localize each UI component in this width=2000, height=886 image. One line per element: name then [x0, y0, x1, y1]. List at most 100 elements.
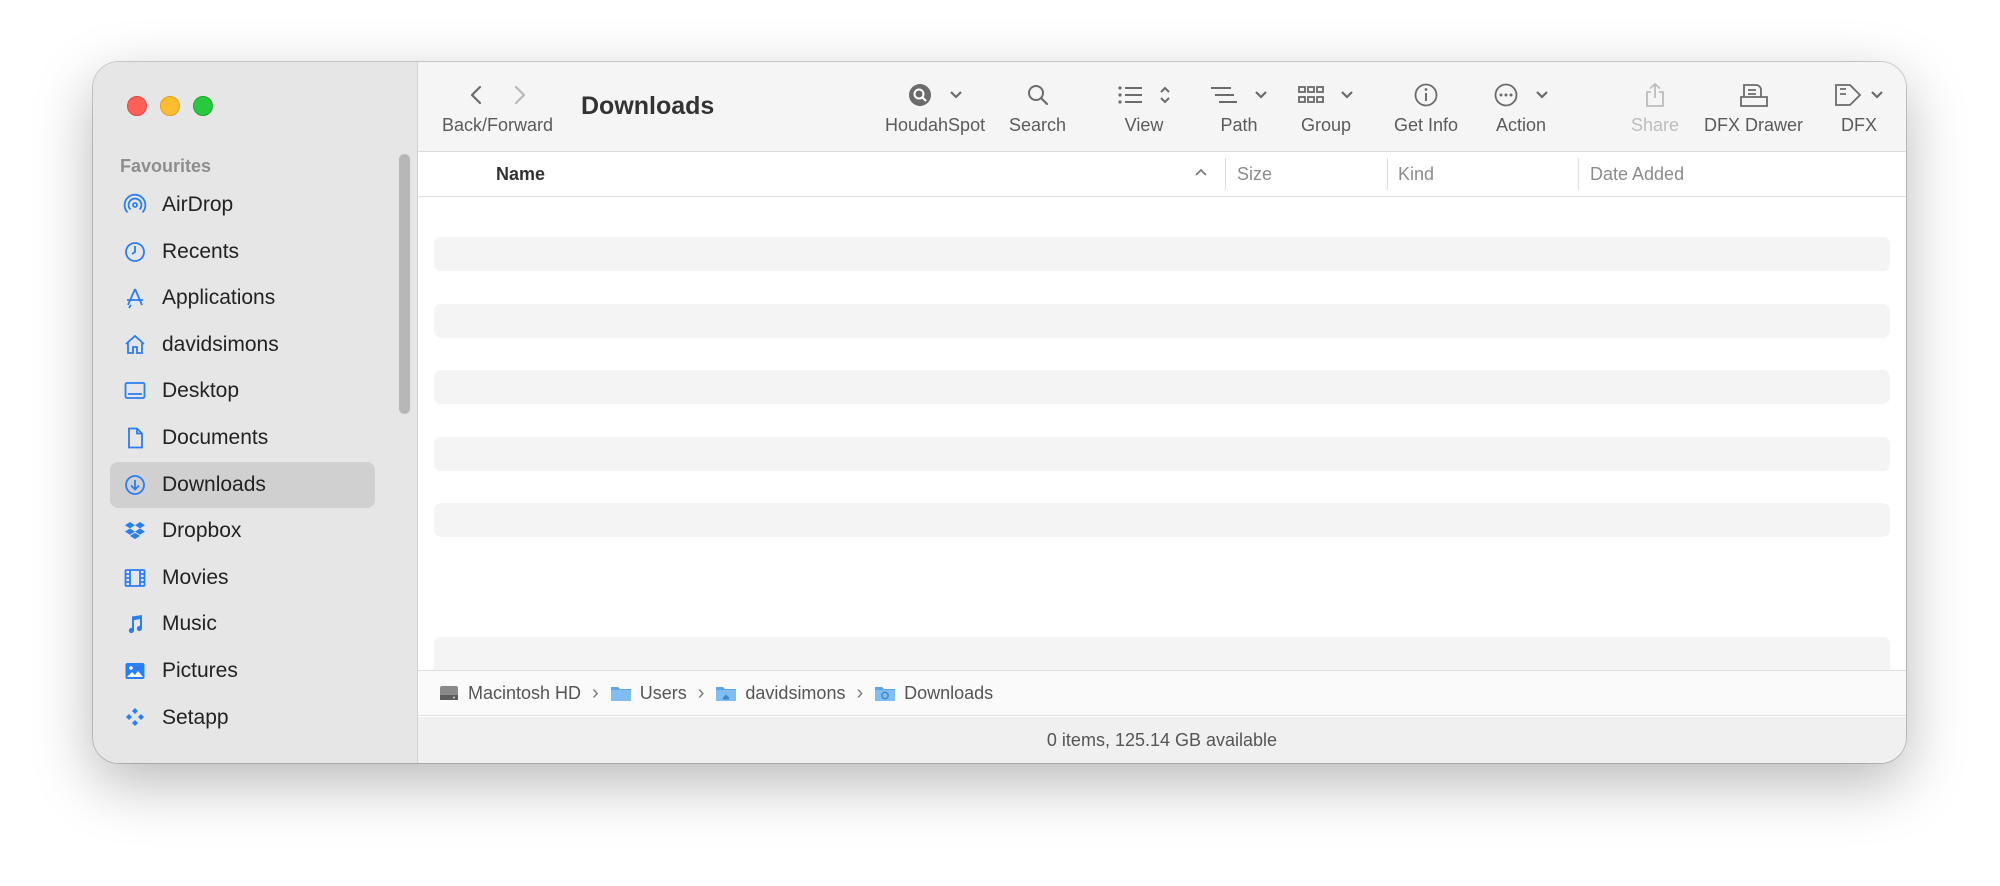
- sidebar-item-pictures[interactable]: Pictures: [110, 648, 375, 694]
- dropbox-icon: [122, 518, 148, 544]
- share-label: Share: [1631, 115, 1680, 135]
- share-button[interactable]: Share: [1631, 78, 1679, 136]
- sidebar-item-documents[interactable]: Documents: [110, 415, 375, 461]
- window-title: Downloads: [581, 92, 715, 120]
- sidebar-item-downloads[interactable]: Downloads: [110, 461, 375, 508]
- search-button[interactable]: Search: [1009, 78, 1066, 136]
- path-separator-icon: ›: [856, 681, 864, 704]
- chevron-down-icon: [1255, 91, 1267, 99]
- column-name[interactable]: Name: [496, 152, 545, 196]
- sidebar-item-label: Documents: [162, 425, 269, 449]
- sidebar-scrollbar[interactable]: [399, 154, 410, 414]
- path-separator-icon: ›: [697, 681, 705, 704]
- up-down-chevron-icon: [1160, 86, 1170, 104]
- path-icon: [1211, 87, 1237, 103]
- window-controls: [127, 96, 213, 116]
- sidebar-item-label: Dropbox: [162, 519, 242, 543]
- drawer-icon: [1739, 84, 1768, 107]
- close-button[interactable]: [127, 96, 147, 116]
- minimize-button[interactable]: [160, 96, 180, 116]
- search-icon: [1027, 85, 1048, 106]
- column-kind[interactable]: Kind: [1398, 152, 1434, 196]
- sidebar-item-home[interactable]: davidsimons: [110, 322, 375, 368]
- houdahspot-icon: [909, 84, 932, 106]
- back-forward-control[interactable]: Back/Forward: [442, 78, 553, 136]
- path-item-users[interactable]: Users: [610, 683, 687, 704]
- group-icon: [1298, 86, 1324, 103]
- sidebar: Favourites AirDrop Recents Applications: [93, 62, 418, 763]
- search-label: Search: [1009, 115, 1067, 135]
- dfx-label: DFX: [1841, 115, 1877, 135]
- path-item-downloads[interactable]: Downloads: [874, 683, 993, 704]
- dfx-drawer-label: DFX Drawer: [1704, 115, 1804, 135]
- chevron-right-icon[interactable]: [513, 84, 527, 106]
- get-info-label: Get Info: [1394, 115, 1459, 135]
- more-icon: [1494, 83, 1518, 107]
- get-info-button[interactable]: Get Info: [1394, 78, 1458, 136]
- sidebar-item-recents[interactable]: Recents: [110, 229, 375, 275]
- downloads-folder-icon: [875, 687, 896, 701]
- column-date-added[interactable]: Date Added: [1590, 152, 1684, 196]
- path-bar: Macintosh HD › Users › davidsimons › Dow…: [418, 670, 1906, 716]
- empty-row-stripe: [434, 437, 1890, 471]
- sidebar-item-label: AirDrop: [162, 193, 234, 216]
- dfx-button[interactable]: DFX: [1834, 78, 1884, 136]
- zoom-button[interactable]: [193, 96, 213, 116]
- sidebar-item-setapp[interactable]: Setapp: [110, 695, 375, 741]
- desktop-icon: [122, 378, 148, 404]
- group-button[interactable]: Group: [1298, 78, 1354, 136]
- column-size[interactable]: Size: [1237, 152, 1272, 196]
- path-item-label: Users: [639, 682, 687, 703]
- sidebar-item-label: Music: [162, 612, 217, 636]
- download-icon: [122, 472, 148, 498]
- houdahspot-button[interactable]: HoudahSpot: [885, 78, 985, 136]
- chevron-down-icon: [950, 91, 962, 99]
- finder-window: Favourites AirDrop Recents Applications: [93, 62, 1906, 763]
- applications-icon: [122, 285, 148, 311]
- view-label: View: [1124, 115, 1164, 135]
- sidebar-item-dropbox[interactable]: Dropbox: [110, 508, 375, 554]
- sidebar-item-label: Pictures: [162, 658, 238, 682]
- music-icon: [122, 611, 148, 637]
- empty-row-stripe: [434, 637, 1890, 671]
- chevron-left-icon[interactable]: [469, 84, 483, 106]
- pictures-icon: [122, 658, 148, 684]
- file-list[interactable]: [434, 197, 1890, 567]
- dfx-drawer-button[interactable]: DFX Drawer: [1704, 78, 1803, 136]
- view-button[interactable]: View: [1117, 78, 1171, 136]
- column-divider[interactable]: [1578, 158, 1579, 190]
- action-label: Action: [1495, 115, 1547, 135]
- info-icon: [1414, 83, 1438, 107]
- sidebar-section-heading: Favourites: [120, 156, 212, 176]
- film-icon: [122, 565, 148, 591]
- home-folder-icon: [716, 687, 737, 701]
- sidebar-item-label: Applications: [162, 286, 276, 310]
- main-content: Back/Forward Downloads HoudahSpot Search: [418, 62, 1906, 763]
- path-button[interactable]: Path: [1210, 78, 1268, 136]
- column-divider[interactable]: [1225, 158, 1226, 190]
- sidebar-item-movies[interactable]: Movies: [110, 555, 375, 601]
- folder-icon: [610, 687, 631, 701]
- column-header-bar: Name Size Kind Date Added: [418, 152, 1906, 197]
- list-view-icon: [1118, 86, 1142, 104]
- path-item-home[interactable]: davidsimons: [715, 683, 845, 704]
- clock-icon: [122, 239, 148, 265]
- action-button[interactable]: Action: [1493, 78, 1549, 136]
- sort-ascending-icon[interactable]: [1193, 162, 1209, 182]
- path-item-macintosh-hd[interactable]: Macintosh HD: [438, 683, 581, 704]
- empty-row-stripe: [434, 304, 1890, 338]
- path-separator-icon: ›: [592, 681, 599, 704]
- sidebar-item-desktop[interactable]: Desktop: [110, 368, 375, 414]
- document-icon: [122, 425, 148, 451]
- toolbar: Back/Forward Downloads HoudahSpot Search: [418, 62, 1906, 152]
- column-divider[interactable]: [1387, 158, 1388, 190]
- dfx-icon: [1835, 84, 1862, 106]
- setapp-icon: [122, 705, 148, 731]
- sidebar-item-label: Downloads: [162, 472, 266, 496]
- sidebar-item-label: Desktop: [162, 379, 240, 403]
- sidebar-item-applications[interactable]: Applications: [110, 275, 375, 321]
- chevron-down-icon: [1871, 91, 1883, 99]
- sidebar-item-label: Setapp: [162, 705, 229, 729]
- sidebar-item-airdrop[interactable]: AirDrop: [110, 182, 375, 228]
- sidebar-item-music[interactable]: Music: [110, 601, 375, 647]
